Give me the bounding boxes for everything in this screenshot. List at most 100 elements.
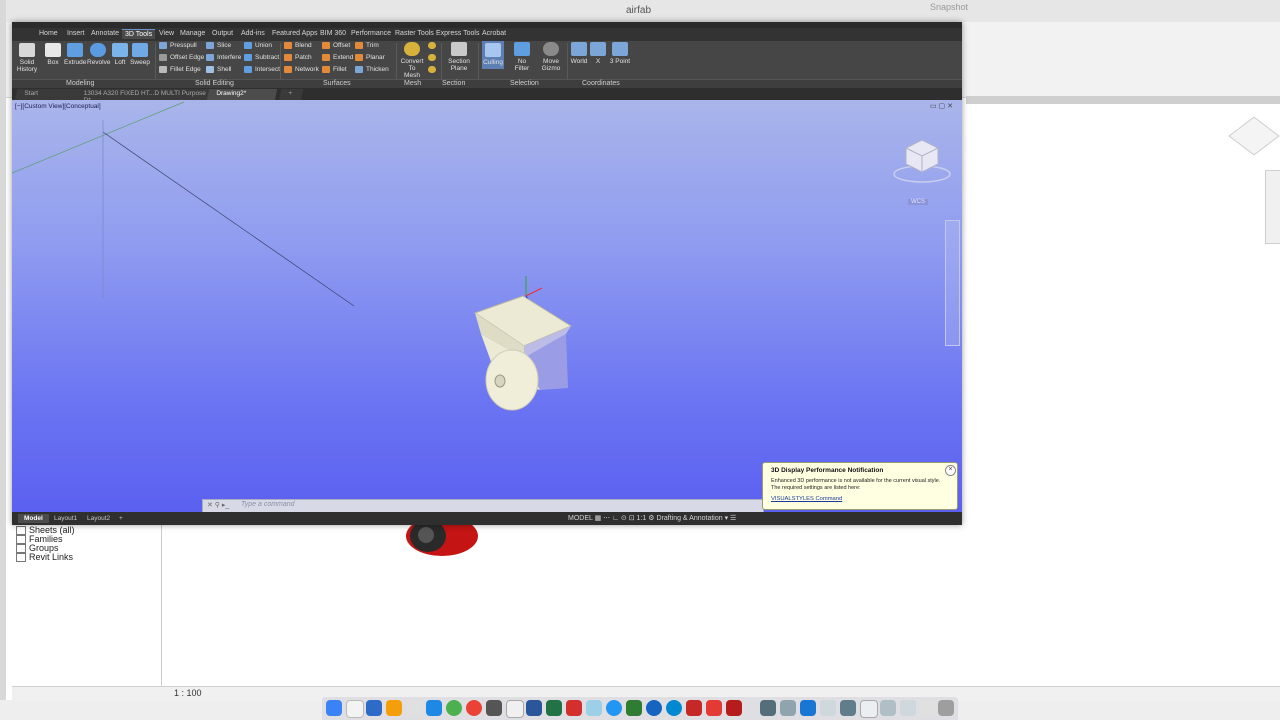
panel-label-coordinates[interactable]: Coordinates (582, 80, 620, 87)
acrobat-icon[interactable] (566, 700, 582, 716)
tab-manage[interactable]: Manage (177, 29, 208, 38)
revit-icon[interactable] (800, 700, 816, 716)
subtract-button[interactable]: Subtract (244, 54, 279, 61)
box-button[interactable]: Box (44, 43, 62, 66)
excel-icon[interactable] (546, 700, 562, 716)
mesh-refine-button[interactable] (428, 54, 439, 61)
tab-annotate[interactable]: Annotate (88, 29, 122, 38)
offset-edge-button[interactable]: Offset Edge (159, 54, 204, 61)
tab-3d-tools[interactable]: 3D Tools (122, 29, 156, 39)
autocad-dock-icon[interactable] (706, 700, 722, 716)
intersect-button[interactable]: Intersect (244, 66, 280, 73)
teamviewer-icon[interactable] (666, 700, 682, 716)
close-icon[interactable]: × (945, 465, 956, 476)
panel-label-modeling[interactable]: Modeling (66, 80, 94, 87)
tab-raster-tools[interactable]: Raster Tools (392, 29, 437, 38)
chrome-icon[interactable] (446, 700, 462, 716)
tab-bim-360[interactable]: BIM 360 (317, 29, 349, 38)
annotation-scale[interactable]: 1:1 (637, 515, 647, 522)
blend-button[interactable]: Blend (284, 42, 312, 49)
tab-add-ins[interactable]: Add-ins (238, 29, 268, 38)
union-button[interactable]: Union (244, 42, 272, 49)
wcs-menu[interactable]: WCS (908, 199, 928, 205)
app-store-icon[interactable] (426, 700, 442, 716)
fillet-edge-button[interactable]: Fillet Edge (159, 66, 201, 73)
folder-icon[interactable] (880, 700, 896, 716)
model-space-toggle[interactable]: MODEL (568, 515, 593, 522)
move-gizmo-button[interactable]: Move Gizmo (539, 42, 563, 72)
tab-home[interactable]: Home (36, 29, 61, 38)
thicken-button[interactable]: Thicken (355, 66, 389, 73)
safari-icon[interactable] (506, 700, 524, 718)
network-button[interactable]: Network (284, 66, 319, 73)
panel-label-mesh[interactable]: Mesh (404, 80, 421, 87)
document-icon[interactable] (820, 700, 836, 716)
background-navigation-bar[interactable] (1265, 170, 1280, 244)
snap-icon[interactable]: ⋯ (603, 515, 612, 522)
autocad-lt-icon[interactable] (726, 700, 742, 716)
command-input[interactable]: Type a command (241, 501, 295, 508)
tab-layout1[interactable]: Layout1 (48, 514, 83, 523)
grid-icon[interactable]: ▦ (595, 515, 604, 522)
section-plane-button[interactable]: Section Plane (445, 42, 473, 72)
fillet-button[interactable]: Fillet (322, 66, 347, 73)
tree-item-revit-links[interactable]: Revit Links (16, 552, 73, 563)
tab-performance[interactable]: Performance (348, 29, 394, 38)
extend-button[interactable]: Extend (322, 54, 353, 61)
preview-icon[interactable] (586, 700, 602, 716)
workspace-switcher[interactable]: Drafting & Annotation (656, 515, 722, 522)
three-point-ucs-button[interactable]: 3 Point (609, 42, 631, 65)
system-preferences-icon[interactable] (486, 700, 502, 716)
tab-express-tools[interactable]: Express Tools (433, 29, 482, 38)
facetime-icon[interactable] (626, 700, 642, 716)
add-layout-button[interactable]: + (113, 514, 129, 523)
command-line[interactable]: ✕ ⚲ ▸_ Type a command (202, 499, 764, 512)
drawing-viewport[interactable]: [−][Custom View][Conceptual] ▭ ▢ ✕ WCS ✕… (12, 100, 962, 512)
visualstyles-link[interactable]: VISUALSTYLES Command (771, 496, 842, 502)
textedit-icon[interactable] (860, 700, 878, 718)
view-scale[interactable]: 1 : 100 (174, 688, 202, 698)
pdf-icon[interactable] (686, 700, 702, 716)
utilities-icon[interactable] (760, 700, 776, 716)
ortho-icon[interactable]: ∟ (612, 515, 621, 522)
tab-featured-apps[interactable]: Featured Apps (269, 29, 321, 38)
command-line-buttons[interactable]: ✕ ⚲ ▸_ (207, 501, 229, 509)
mesh-crease-button[interactable] (428, 66, 439, 73)
navigation-bar[interactable] (945, 220, 960, 346)
patch-button[interactable]: Patch (284, 54, 312, 61)
photos-icon[interactable] (466, 700, 482, 716)
terminal-icon[interactable] (840, 700, 856, 716)
planar-button[interactable]: Planar (355, 54, 385, 61)
zoom-icon[interactable] (606, 700, 622, 716)
solid-history-button[interactable]: Solid History (16, 43, 38, 73)
presspull-button[interactable]: Presspull (159, 42, 197, 49)
background-viewcube-icon[interactable] (1228, 116, 1280, 156)
loft-button[interactable]: Loft (111, 43, 129, 66)
viewcube-icon[interactable] (892, 136, 952, 186)
trim-button[interactable]: Trim (355, 42, 379, 49)
panel-label-selection[interactable]: Selection (510, 80, 539, 87)
word-icon[interactable] (526, 700, 542, 716)
offset-button[interactable]: Offset (322, 42, 350, 49)
trash-icon[interactable] (938, 700, 954, 716)
panel-label-section[interactable]: Section (442, 80, 465, 87)
music-icon[interactable] (406, 700, 422, 716)
stack-icon[interactable] (920, 700, 936, 716)
revolve-button[interactable]: Revolve (87, 43, 110, 66)
sweep-button[interactable]: Sweep (130, 43, 150, 66)
screenshot-icon[interactable] (780, 700, 796, 716)
tab-acrobat[interactable]: Acrobat (479, 29, 509, 38)
tab-layout2[interactable]: Layout2 (81, 514, 116, 523)
slice-button[interactable]: Slice (206, 42, 231, 49)
tab-view[interactable]: View (156, 29, 177, 38)
no-filter-button[interactable]: No Filter (510, 42, 534, 72)
customize-icon[interactable]: ☰ (730, 515, 736, 522)
extrude-button[interactable]: Extrude (64, 43, 86, 66)
mesh-smooth-button[interactable] (428, 42, 439, 49)
shell-button[interactable]: Shell (206, 66, 231, 73)
tab-output[interactable]: Output (209, 29, 236, 38)
mail-icon[interactable] (366, 700, 382, 716)
convert-to-mesh-button[interactable]: Convert To Mesh (400, 42, 424, 79)
osnap-icon[interactable]: ⊡ (629, 515, 637, 522)
notes-icon[interactable] (386, 700, 402, 716)
